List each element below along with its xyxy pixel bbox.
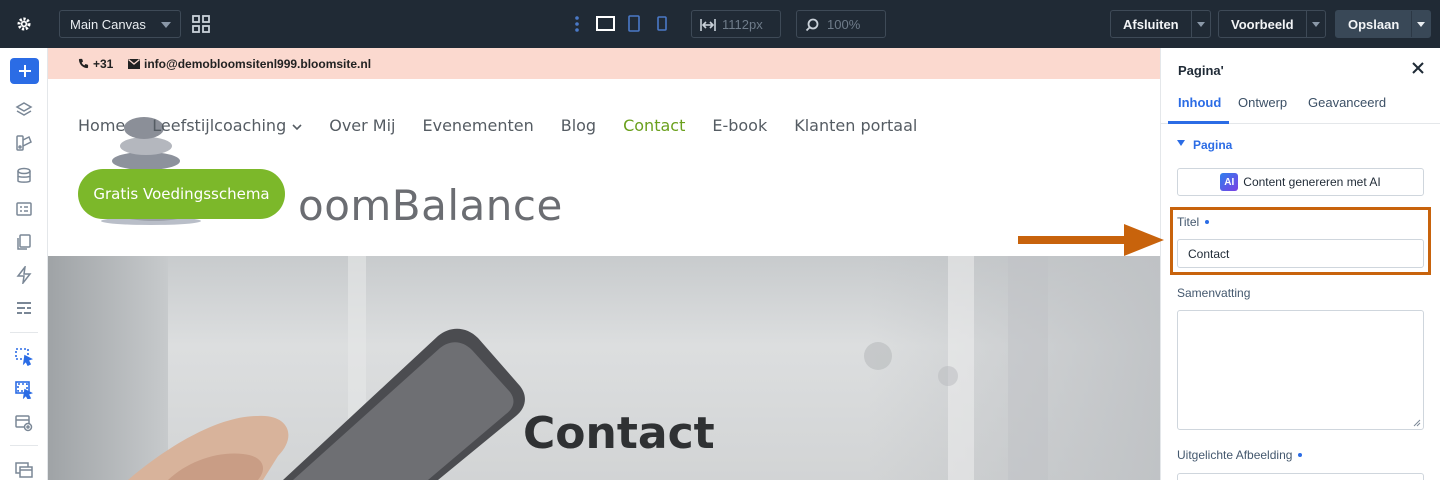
tab-ontwerp[interactable]: Ontwerp [1238,95,1287,110]
nav-item-klanten-portaal[interactable]: Klanten portaal [794,116,917,135]
ai-icon: AI [1220,173,1239,191]
design-brush-icon[interactable] [15,134,33,152]
canvas-select[interactable]: Main Canvas [59,10,181,38]
phone-text: +31 [93,57,114,71]
contact-info-bar: +31 info@demobloomsitenl999.bloomsite.nl [48,48,1160,79]
tablet-view-icon[interactable] [627,15,641,38]
plus-icon [18,65,31,77]
chevron-down-icon [161,22,171,28]
preview-button[interactable]: Voorbeeld [1218,10,1326,38]
highlight-box [1170,207,1431,275]
close-editor-dropdown[interactable] [1190,11,1210,37]
caret-down-icon [1177,140,1185,146]
layers-icon[interactable] [15,101,33,119]
active-tab-indicator [1168,121,1229,124]
featured-image-label-text: Uitgelichte Afbeelding [1177,448,1293,462]
logo-text: oomBalance [298,181,563,230]
tab-inhoud[interactable]: Inhoud [1178,95,1221,110]
modified-dot-icon [1298,453,1303,457]
left-sidebar [0,48,48,480]
lightning-icon[interactable] [15,264,33,286]
section-toggle-pagina[interactable]: Pagina [1177,138,1232,152]
preview-label: Voorbeeld [1231,16,1294,32]
summary-field-label: Samenvatting [1177,286,1251,300]
add-element-button[interactable] [10,58,39,84]
canvas-width-value: 1112px [722,17,763,32]
database-icon[interactable] [15,167,33,185]
close-editor-button[interactable]: Afsluiten [1110,10,1211,38]
zoom-value: 100% [827,17,861,32]
featured-image-label: Uitgelichte Afbeelding [1177,448,1303,462]
canvas-select-value: Main Canvas [70,17,146,32]
ai-generate-label: Content genereren met AI [1243,175,1381,189]
nav-item-e-book[interactable]: E-book [712,116,767,135]
top-toolbar: Main Canvas 1112px 100% Afsluiten Voorbe… [0,0,1440,48]
pages-icon[interactable] [15,233,33,251]
page-canvas[interactable]: +31 info@demobloomsitenl999.bloomsite.nl… [48,48,1160,480]
settings-gear-icon[interactable] [0,0,48,48]
phone-icon [78,58,89,69]
panel-tabs: Inhoud Ontwerp Geavanceerd [1161,88,1440,124]
main-navigation: Home Leefstijlcoaching Over Mij Evenemen… [78,116,944,135]
search-icon [805,18,819,32]
hero-section: Contact [48,256,1160,480]
preview-layout-icon[interactable] [15,414,33,432]
windows-icon[interactable] [15,460,33,478]
save-label: Opslaan [1348,16,1400,32]
more-vertical-icon[interactable] [574,15,580,38]
mail-icon [128,58,140,69]
nav-item-evenementen[interactable]: Evenementen [422,116,533,135]
sidebar-divider [10,445,38,446]
email-text: info@demobloomsitenl999.bloomsite.nl [144,57,372,71]
grid-icon[interactable] [192,15,210,38]
phone-info[interactable]: +31 [78,57,113,71]
ai-generate-button[interactable]: AI Content genereren met AI [1177,168,1424,196]
cta-button[interactable]: Gratis Voedingsschema [78,169,285,219]
featured-image-picker[interactable] [1177,473,1424,480]
tab-geavanceerd[interactable]: Geavanceerd [1308,95,1386,110]
chevron-down-icon [292,124,302,131]
close-editor-label: Afsluiten [1123,16,1179,32]
preview-dropdown[interactable] [1305,11,1325,37]
nav-item-contact[interactable]: Contact [623,116,685,135]
panel-title: Pagina' [1178,63,1224,78]
nav-item-home[interactable]: Home [78,116,125,135]
summary-textarea[interactable] [1177,310,1424,430]
nav-item-label: Leefstijlcoaching [152,116,287,135]
nav-item-blog[interactable]: Blog [561,116,596,135]
save-button[interactable]: Opslaan [1335,10,1432,38]
sections-icon[interactable] [15,299,33,317]
select-element-icon[interactable] [15,348,34,367]
site-header: oomBalance Home Leefstijlcoaching Over M… [48,79,1160,256]
width-icon [700,19,716,31]
close-icon[interactable] [1411,61,1425,80]
nav-item-leefstijlcoaching[interactable]: Leefstijlcoaching [152,116,302,135]
save-dropdown[interactable] [1411,11,1430,37]
nav-item-over-mij[interactable]: Over Mij [329,116,395,135]
resize-grip-icon[interactable] [1413,419,1421,427]
annotation-arrow-icon [1018,224,1164,256]
sidebar-divider [10,332,38,333]
zoom-field[interactable]: 100% [796,10,886,38]
section-label: Pagina [1193,138,1233,152]
canvas-width-field[interactable]: 1112px [691,10,781,38]
mobile-view-icon[interactable] [656,15,668,38]
email-info[interactable]: info@demobloomsitenl999.bloomsite.nl [128,57,371,71]
form-icon[interactable] [15,200,33,218]
hero-title: Contact [523,408,715,459]
select-parent-icon[interactable] [15,381,34,400]
desktop-view-icon[interactable] [596,15,616,38]
